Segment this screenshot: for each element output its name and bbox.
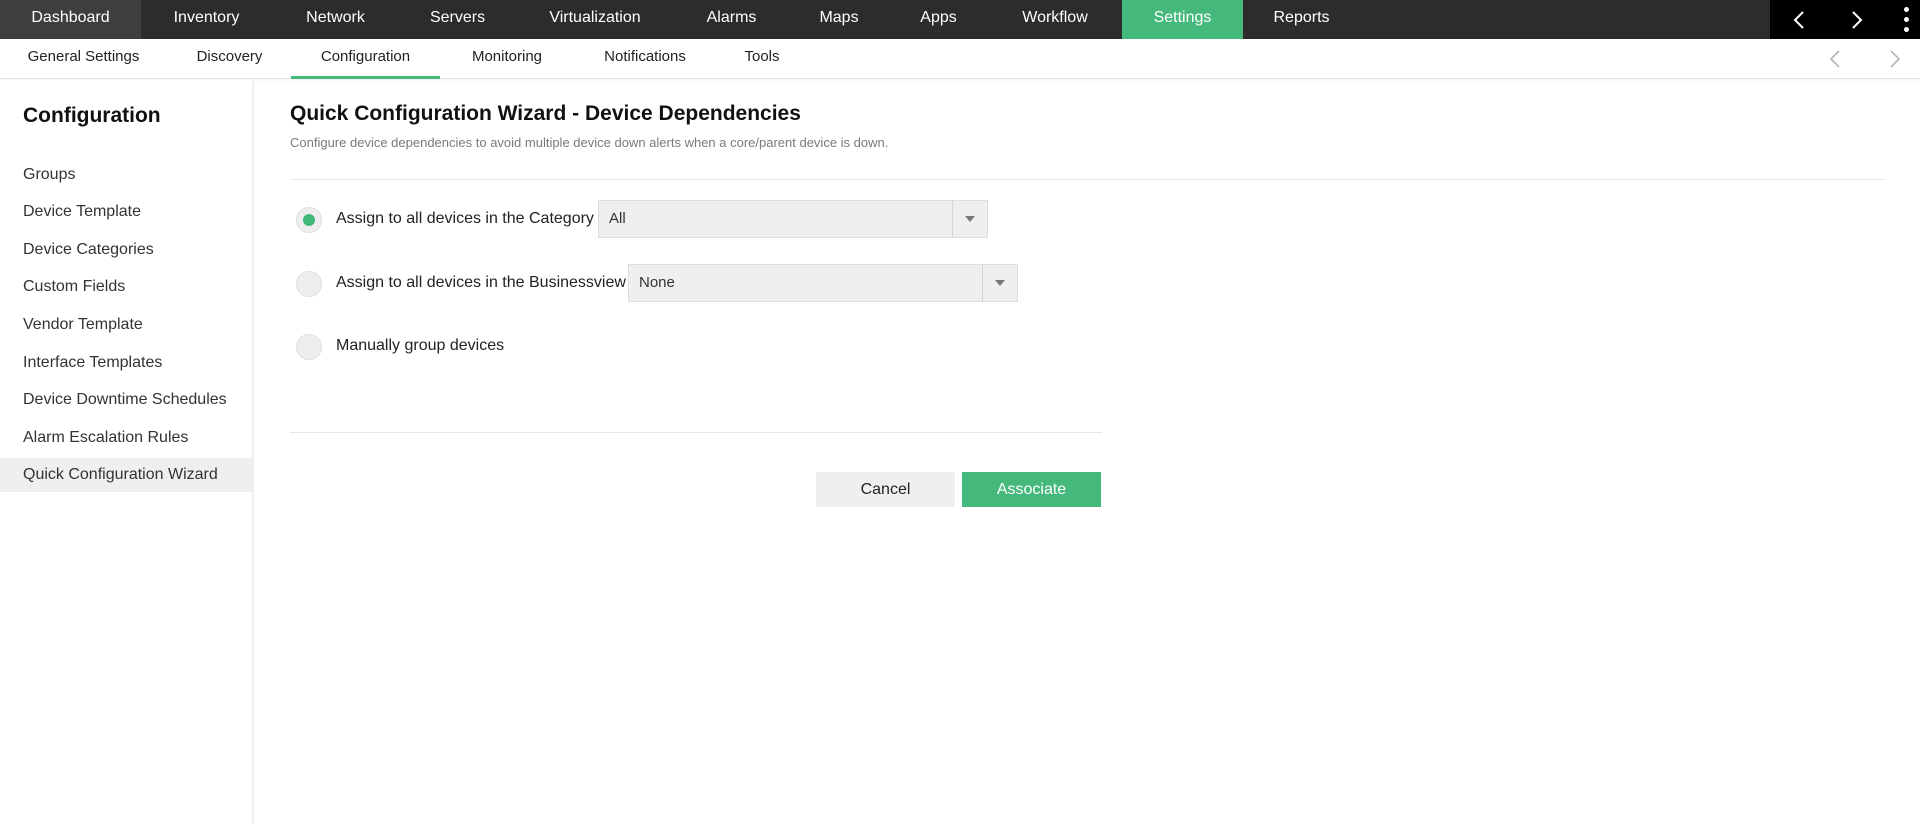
subnav-prev-button[interactable] <box>1815 39 1855 79</box>
topnav-apps[interactable]: Apps <box>889 0 988 39</box>
subnav-discovery[interactable]: Discovery <box>178 39 281 79</box>
topnav-prev-button[interactable] <box>1770 0 1828 39</box>
chevron-right-icon <box>1890 50 1900 68</box>
chevron-left-icon <box>1830 50 1840 68</box>
businessview-select-value: None <box>639 274 675 291</box>
sidebar-item-device-template[interactable]: Device Template <box>0 195 252 229</box>
chevron-left-icon <box>1793 10 1804 29</box>
businessview-radio-label[interactable]: Assign to all devices in the Businessvie… <box>336 274 626 292</box>
sidebar-item-custom-fields[interactable]: Custom Fields <box>0 270 252 304</box>
topnav-network[interactable]: Network <box>272 0 399 39</box>
subnav-notifications[interactable]: Notifications <box>589 39 701 79</box>
page-description: Configure device dependencies to avoid m… <box>290 135 889 150</box>
topnav-settings[interactable]: Settings <box>1122 0 1243 39</box>
subnav-configuration[interactable]: Configuration <box>291 39 440 79</box>
category-select-value: All <box>609 210 626 227</box>
subnav-next-button[interactable] <box>1875 39 1915 79</box>
topnav-dashboard[interactable]: Dashboard <box>0 0 141 39</box>
topnav-alarms[interactable]: Alarms <box>674 0 789 39</box>
sidebar-item-device-downtime-schedules[interactable]: Device Downtime Schedules <box>0 383 252 417</box>
option-businessview-row: Assign to all devices in the Businessvie… <box>296 264 1046 302</box>
sidebar-title: Configuration <box>23 104 161 127</box>
topnav-virtualization[interactable]: Virtualization <box>516 0 674 39</box>
option-category-row: Assign to all devices in the Category Al… <box>296 200 996 238</box>
category-radio-label[interactable]: Assign to all devices in the Category <box>336 210 594 228</box>
sidebar-item-quick-configuration-wizard[interactable]: Quick Configuration Wizard <box>0 458 252 492</box>
divider <box>290 432 1102 433</box>
topnav-reports[interactable]: Reports <box>1243 0 1360 39</box>
sidebar: Configuration Groups Device Template Dev… <box>0 80 254 824</box>
subnav-tools[interactable]: Tools <box>734 39 790 79</box>
sidebar-item-interface-templates[interactable]: Interface Templates <box>0 346 252 380</box>
manual-radio-label[interactable]: Manually group devices <box>336 337 504 355</box>
manual-radio[interactable] <box>296 334 322 360</box>
top-nav-bar: Dashboard Inventory Network Servers Virt… <box>0 0 1920 39</box>
sidebar-item-alarm-escalation-rules[interactable]: Alarm Escalation Rules <box>0 421 252 455</box>
option-manual-row: Manually group devices <box>296 327 696 365</box>
page-title: Quick Configuration Wizard - Device Depe… <box>290 102 801 125</box>
businessview-select[interactable]: None <box>628 264 1018 302</box>
topnav-next-button[interactable] <box>1828 0 1886 39</box>
sidebar-item-vendor-template[interactable]: Vendor Template <box>0 308 252 342</box>
businessview-radio[interactable] <box>296 271 322 297</box>
caret-down-icon <box>982 265 1017 301</box>
category-select[interactable]: All <box>598 200 988 238</box>
topnav-inventory[interactable]: Inventory <box>141 0 272 39</box>
caret-down-icon <box>952 201 987 237</box>
chevron-right-icon <box>1852 10 1863 29</box>
topnav-servers[interactable]: Servers <box>399 0 516 39</box>
topnav-workflow[interactable]: Workflow <box>988 0 1122 39</box>
subnav-monitoring[interactable]: Monitoring <box>455 39 559 79</box>
cancel-button[interactable]: Cancel <box>816 472 955 507</box>
topnav-maps[interactable]: Maps <box>789 0 889 39</box>
sidebar-item-device-categories[interactable]: Device Categories <box>0 233 252 267</box>
more-menu-icon[interactable] <box>1893 0 1920 39</box>
subnav-general-settings[interactable]: General Settings <box>12 39 155 79</box>
category-radio[interactable] <box>296 207 322 233</box>
divider <box>290 179 1886 180</box>
sub-nav-bar: General Settings Discovery Configuration… <box>0 39 1920 79</box>
sidebar-item-groups[interactable]: Groups <box>0 158 252 192</box>
associate-button[interactable]: Associate <box>962 472 1101 507</box>
